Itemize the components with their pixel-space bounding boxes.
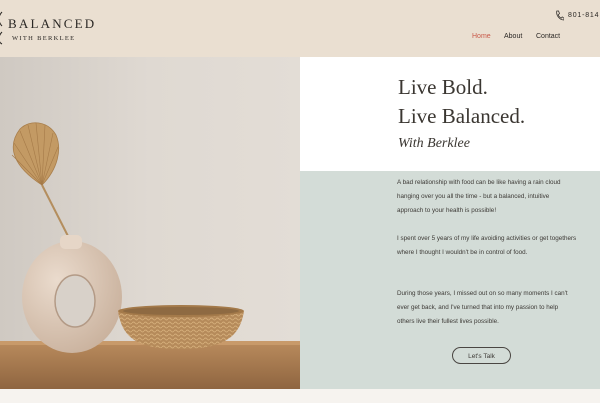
hero-image [0,57,300,389]
footer-strip [0,389,600,403]
intro-panel: A bad relationship with food can be like… [300,171,600,389]
nav-home[interactable]: Home [472,33,491,40]
site-header: BALANCED WITH BERKLEE 801-814 Home About… [0,0,600,57]
tagline: With Berklee [398,136,470,151]
brand-subtitle[interactable]: WITH BERKLEE [12,35,75,42]
phone-icon [556,10,564,21]
logo-mark-icon [0,11,3,45]
phone-number[interactable]: 801-814 [568,12,599,19]
brand-title[interactable]: BALANCED [8,16,96,32]
headline-line-2: Live Balanced. [398,104,526,128]
intro-paragraph-3: During those years, I missed out on so m… [397,290,568,325]
intro-paragraph-1: A bad relationship with food can be like… [397,179,561,214]
headline-line-1: Live Bold. [398,75,488,99]
headline-panel: Live Bold. Live Balanced. With Berklee [300,57,600,171]
nav-about[interactable]: About [504,33,522,40]
nav-contact[interactable]: Contact [536,33,560,40]
intro-paragraph-2: I spent over 5 years of my life avoiding… [397,235,577,256]
lets-talk-button[interactable]: Let's Talk [452,347,511,364]
